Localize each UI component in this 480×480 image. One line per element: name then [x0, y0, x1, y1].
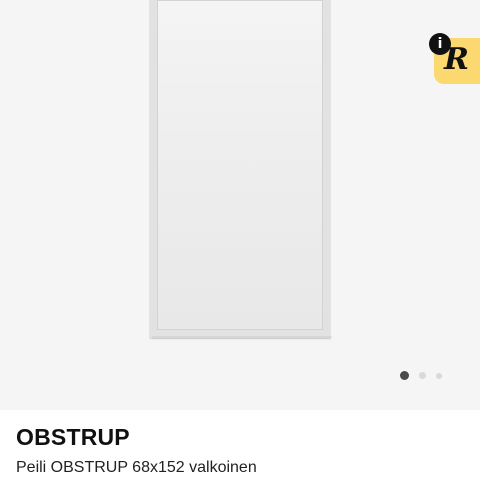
product-image-carousel[interactable]: R i	[0, 0, 480, 410]
info-icon[interactable]: i	[429, 33, 451, 55]
product-screen: R i OBSTRUP Peili OBSTRUP 68x152 valkoin…	[0, 0, 480, 480]
pager-dot-2[interactable]	[419, 372, 426, 379]
mirror-shadow	[152, 336, 332, 342]
pager-dot-3[interactable]	[436, 372, 442, 379]
carousel-pager	[400, 371, 442, 380]
mirror-glass	[157, 0, 323, 330]
product-title: OBSTRUP	[16, 424, 130, 450]
product-description: Peili OBSTRUP 68x152 valkoinen	[16, 459, 257, 476]
product-image-mirror	[149, 0, 331, 338]
pager-dot-1[interactable]	[400, 371, 409, 380]
